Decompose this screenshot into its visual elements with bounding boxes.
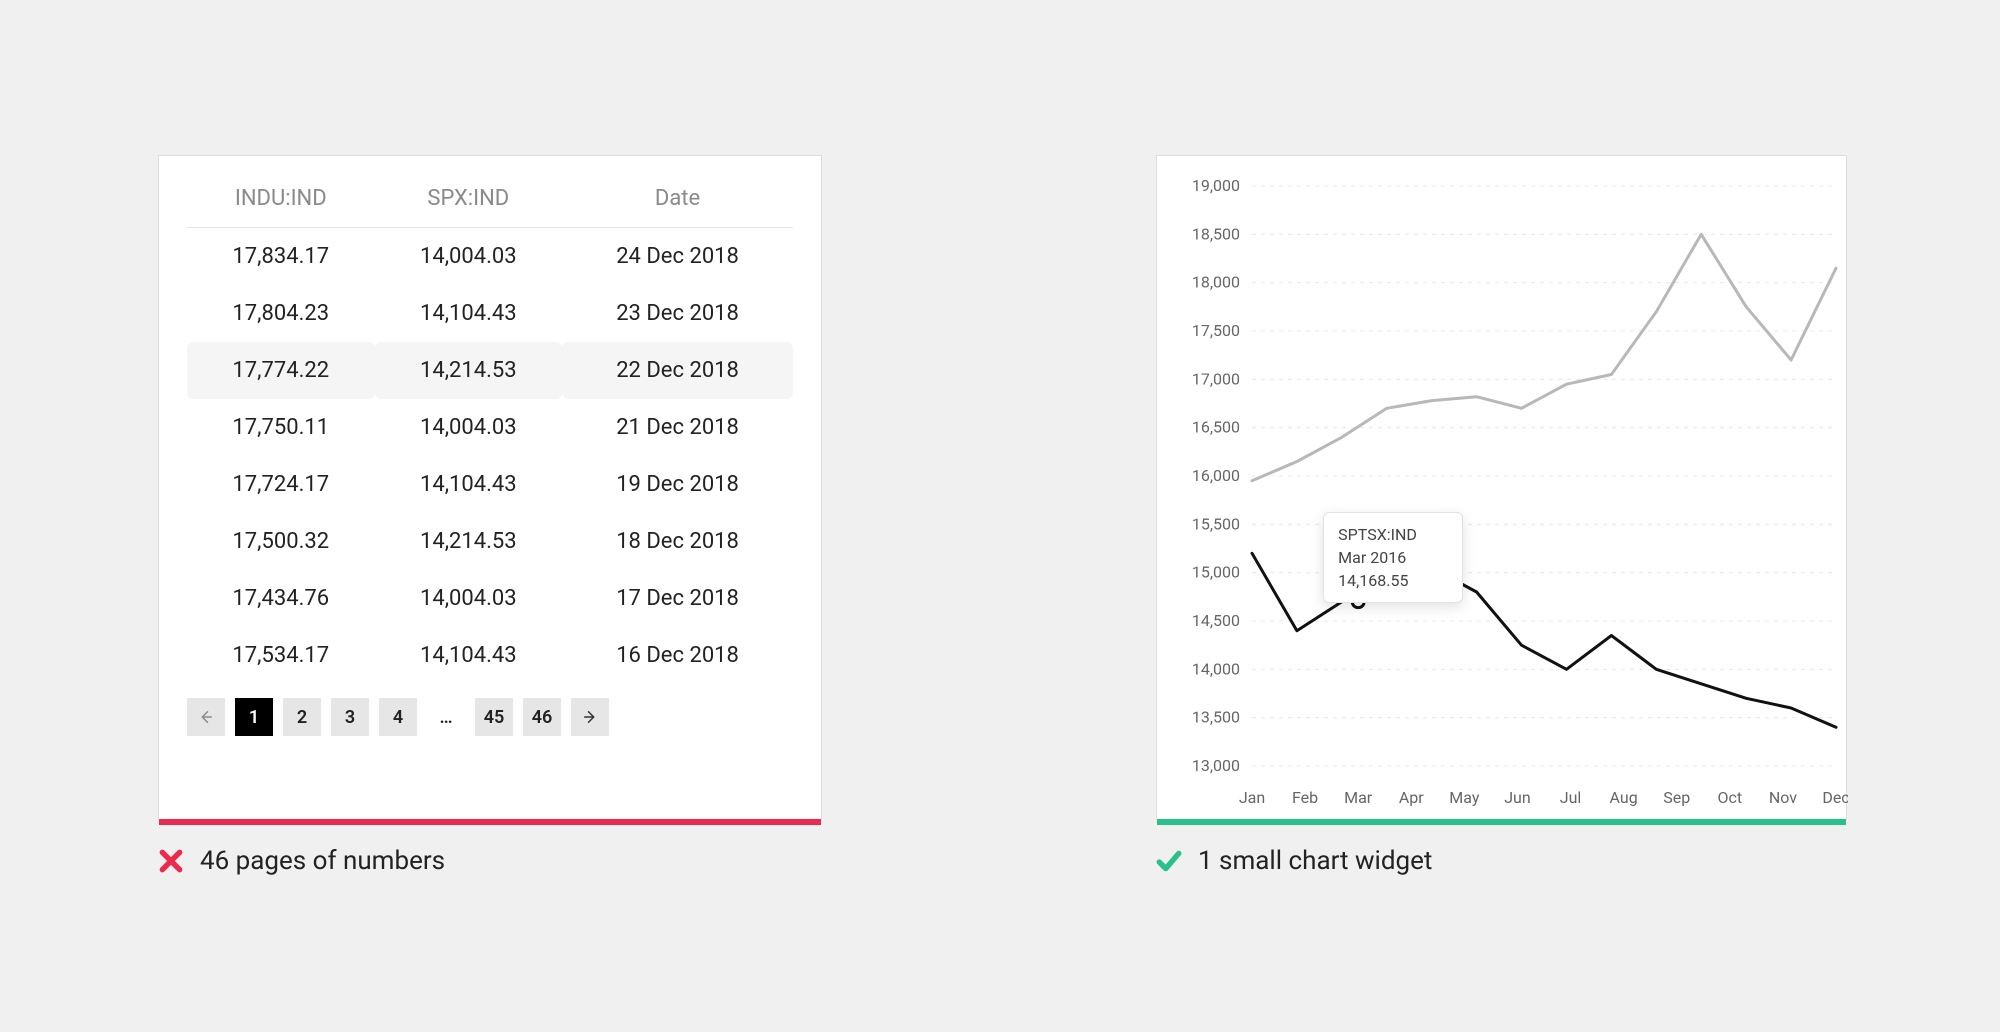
chart-tooltip: SPTSX:IND Mar 2016 14,168.55 <box>1323 512 1463 604</box>
table-row[interactable]: 17,834.1714,004.0324 Dec 2018 <box>187 228 793 286</box>
tooltip-series: SPTSX:IND <box>1338 523 1448 546</box>
table-row[interactable]: 17,804.2314,104.4323 Dec 2018 <box>187 285 793 342</box>
table-panel: INDU:IND SPX:IND Date 17,834.1714,004.03… <box>158 155 822 820</box>
pager-page-2[interactable]: 2 <box>283 698 321 736</box>
svg-text:18,000: 18,000 <box>1192 273 1240 292</box>
caption-right: 1 small chart widget <box>1156 846 1432 876</box>
svg-text:Sep: Sep <box>1663 788 1690 807</box>
tooltip-value: 14,168.55 <box>1338 569 1448 592</box>
caption-right-text: 1 small chart widget <box>1198 846 1432 876</box>
svg-text:Mar: Mar <box>1344 788 1373 807</box>
svg-text:17,000: 17,000 <box>1192 369 1240 388</box>
cell-spx: 14,004.03 <box>375 570 563 627</box>
svg-text:Apr: Apr <box>1399 788 1424 807</box>
svg-text:Nov: Nov <box>1769 788 1797 807</box>
cell-indu: 17,750.11 <box>187 399 375 456</box>
cell-spx: 14,104.43 <box>375 627 563 684</box>
pagination: 1234 … 45 46 <box>187 698 793 736</box>
cell-date: 23 Dec 2018 <box>562 285 793 342</box>
tooltip-label: Mar 2016 <box>1338 546 1448 569</box>
svg-text:19,000: 19,000 <box>1192 176 1240 195</box>
svg-text:14,000: 14,000 <box>1192 659 1240 678</box>
table-row[interactable]: 17,774.2214,214.5322 Dec 2018 <box>187 342 793 399</box>
cell-date: 22 Dec 2018 <box>562 342 793 399</box>
cell-indu: 17,834.17 <box>187 228 375 286</box>
table-row[interactable]: 17,750.1114,004.0321 Dec 2018 <box>187 399 793 456</box>
svg-text:15,000: 15,000 <box>1192 563 1240 582</box>
table-row[interactable]: 17,724.1714,104.4319 Dec 2018 <box>187 456 793 513</box>
col-header-spx[interactable]: SPX:IND <box>375 180 563 228</box>
svg-text:17,500: 17,500 <box>1192 321 1240 340</box>
cell-spx: 14,214.53 <box>375 342 563 399</box>
pager-page-1[interactable]: 1 <box>235 698 273 736</box>
svg-text:Jun: Jun <box>1504 788 1530 807</box>
cell-indu: 17,434.76 <box>187 570 375 627</box>
series-INDU:IND <box>1252 234 1836 480</box>
cell-indu: 17,724.17 <box>187 456 375 513</box>
svg-text:16,000: 16,000 <box>1192 466 1240 485</box>
cell-indu: 17,774.22 <box>187 342 375 399</box>
cell-date: 19 Dec 2018 <box>562 456 793 513</box>
svg-text:14,500: 14,500 <box>1192 611 1240 630</box>
cross-icon <box>158 848 184 874</box>
caption-left-text: 46 pages of numbers <box>200 846 445 876</box>
pager-next[interactable] <box>571 698 609 736</box>
cell-indu: 17,500.32 <box>187 513 375 570</box>
pager-page-45[interactable]: 45 <box>475 698 513 736</box>
caption-left: 46 pages of numbers <box>158 846 445 876</box>
cell-date: 21 Dec 2018 <box>562 399 793 456</box>
cell-indu: 17,534.17 <box>187 627 375 684</box>
table-row[interactable]: 17,534.1714,104.4316 Dec 2018 <box>187 627 793 684</box>
cell-spx: 14,104.43 <box>375 456 563 513</box>
svg-text:13,500: 13,500 <box>1192 708 1240 727</box>
pager-page-3[interactable]: 3 <box>331 698 369 736</box>
col-header-indu[interactable]: INDU:IND <box>187 180 375 228</box>
cell-indu: 17,804.23 <box>187 285 375 342</box>
svg-text:Oct: Oct <box>1718 788 1743 807</box>
svg-text:Feb: Feb <box>1292 788 1318 807</box>
svg-text:Jul: Jul <box>1560 788 1582 807</box>
cell-date: 24 Dec 2018 <box>562 228 793 286</box>
chart-panel: 13,000 13,500 14,000 14,500 15,000 15,500 16,0… <box>1156 155 1847 820</box>
panel-underline <box>1157 819 1846 825</box>
svg-text:May: May <box>1449 788 1480 807</box>
arrow-left-icon <box>197 708 215 726</box>
cell-spx: 14,004.03 <box>375 228 563 286</box>
svg-text:18,500: 18,500 <box>1192 224 1240 243</box>
pager-page-4[interactable]: 4 <box>379 698 417 736</box>
table-row[interactable]: 17,500.3214,214.5318 Dec 2018 <box>187 513 793 570</box>
pager-page-46[interactable]: 46 <box>523 698 561 736</box>
svg-text:15,500: 15,500 <box>1192 514 1240 533</box>
cell-date: 18 Dec 2018 <box>562 513 793 570</box>
panel-underline <box>159 819 821 825</box>
data-table: INDU:IND SPX:IND Date 17,834.1714,004.03… <box>187 180 793 684</box>
svg-text:Dec: Dec <box>1822 788 1848 807</box>
pager-ellipsis: … <box>427 698 465 736</box>
check-icon <box>1156 848 1182 874</box>
cell-spx: 14,004.03 <box>375 399 563 456</box>
svg-text:16,500: 16,500 <box>1192 418 1240 437</box>
svg-text:Aug: Aug <box>1610 788 1638 807</box>
line-chart[interactable]: 13,000 13,500 14,000 14,500 15,000 15,500 16,0… <box>1157 156 1848 821</box>
pager-prev[interactable] <box>187 698 225 736</box>
arrow-right-icon <box>581 708 599 726</box>
svg-text:13,000: 13,000 <box>1192 756 1240 775</box>
cell-date: 17 Dec 2018 <box>562 570 793 627</box>
table-row[interactable]: 17,434.7614,004.0317 Dec 2018 <box>187 570 793 627</box>
cell-spx: 14,214.53 <box>375 513 563 570</box>
svg-text:Jan: Jan <box>1239 788 1265 807</box>
cell-date: 16 Dec 2018 <box>562 627 793 684</box>
cell-spx: 14,104.43 <box>375 285 563 342</box>
col-header-date[interactable]: Date <box>562 180 793 228</box>
